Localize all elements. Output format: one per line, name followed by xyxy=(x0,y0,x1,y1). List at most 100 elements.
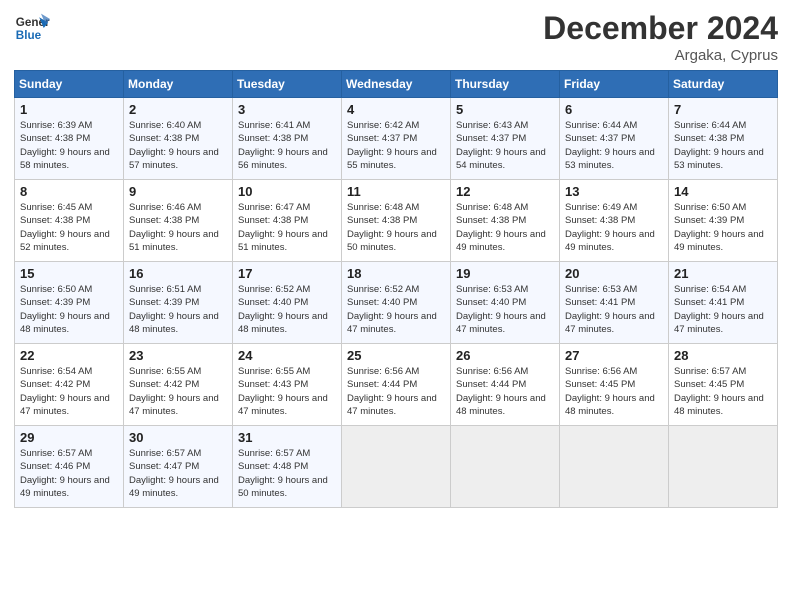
calendar-cell: 13 Sunrise: 6:49 AM Sunset: 4:38 PM Dayl… xyxy=(560,180,669,262)
day-number: 23 xyxy=(129,348,227,363)
cell-info: Sunrise: 6:44 AM Sunset: 4:38 PM Dayligh… xyxy=(674,119,772,172)
day-number: 26 xyxy=(456,348,554,363)
calendar-cell: 1 Sunrise: 6:39 AM Sunset: 4:38 PM Dayli… xyxy=(15,98,124,180)
calendar-cell: 31 Sunrise: 6:57 AM Sunset: 4:48 PM Dayl… xyxy=(233,426,342,508)
cell-info: Sunrise: 6:55 AM Sunset: 4:42 PM Dayligh… xyxy=(129,365,227,418)
cell-info: Sunrise: 6:57 AM Sunset: 4:45 PM Dayligh… xyxy=(674,365,772,418)
calendar-cell: 14 Sunrise: 6:50 AM Sunset: 4:39 PM Dayl… xyxy=(669,180,778,262)
calendar-cell: 6 Sunrise: 6:44 AM Sunset: 4:37 PM Dayli… xyxy=(560,98,669,180)
day-number: 22 xyxy=(20,348,118,363)
calendar-cell: 27 Sunrise: 6:56 AM Sunset: 4:45 PM Dayl… xyxy=(560,344,669,426)
day-number: 9 xyxy=(129,184,227,199)
day-number: 14 xyxy=(674,184,772,199)
calendar-cell: 17 Sunrise: 6:52 AM Sunset: 4:40 PM Dayl… xyxy=(233,262,342,344)
cell-info: Sunrise: 6:56 AM Sunset: 4:44 PM Dayligh… xyxy=(456,365,554,418)
svg-text:Blue: Blue xyxy=(16,29,42,42)
cell-info: Sunrise: 6:40 AM Sunset: 4:38 PM Dayligh… xyxy=(129,119,227,172)
calendar-cell: 24 Sunrise: 6:55 AM Sunset: 4:43 PM Dayl… xyxy=(233,344,342,426)
day-number: 29 xyxy=(20,430,118,445)
cell-info: Sunrise: 6:50 AM Sunset: 4:39 PM Dayligh… xyxy=(674,201,772,254)
cell-info: Sunrise: 6:52 AM Sunset: 4:40 PM Dayligh… xyxy=(347,283,445,336)
col-header-thursday: Thursday xyxy=(451,71,560,98)
calendar-cell: 21 Sunrise: 6:54 AM Sunset: 4:41 PM Dayl… xyxy=(669,262,778,344)
cell-info: Sunrise: 6:57 AM Sunset: 4:47 PM Dayligh… xyxy=(129,447,227,500)
title-block: December 2024 Argaka, Cyprus xyxy=(543,10,778,64)
page-container: General Blue December 2024 Argaka, Cypru… xyxy=(0,0,792,518)
day-number: 15 xyxy=(20,266,118,281)
calendar-cell: 8 Sunrise: 6:45 AM Sunset: 4:38 PM Dayli… xyxy=(15,180,124,262)
day-number: 10 xyxy=(238,184,336,199)
week-row-2: 8 Sunrise: 6:45 AM Sunset: 4:38 PM Dayli… xyxy=(15,180,778,262)
day-number: 24 xyxy=(238,348,336,363)
calendar-cell xyxy=(451,426,560,508)
day-number: 21 xyxy=(674,266,772,281)
day-number: 4 xyxy=(347,102,445,117)
day-number: 5 xyxy=(456,102,554,117)
day-number: 1 xyxy=(20,102,118,117)
calendar-cell xyxy=(560,426,669,508)
cell-info: Sunrise: 6:52 AM Sunset: 4:40 PM Dayligh… xyxy=(238,283,336,336)
calendar-cell: 23 Sunrise: 6:55 AM Sunset: 4:42 PM Dayl… xyxy=(124,344,233,426)
day-number: 6 xyxy=(565,102,663,117)
cell-info: Sunrise: 6:51 AM Sunset: 4:39 PM Dayligh… xyxy=(129,283,227,336)
calendar-cell: 15 Sunrise: 6:50 AM Sunset: 4:39 PM Dayl… xyxy=(15,262,124,344)
cell-info: Sunrise: 6:55 AM Sunset: 4:43 PM Dayligh… xyxy=(238,365,336,418)
col-header-wednesday: Wednesday xyxy=(342,71,451,98)
cell-info: Sunrise: 6:47 AM Sunset: 4:38 PM Dayligh… xyxy=(238,201,336,254)
day-number: 18 xyxy=(347,266,445,281)
calendar-cell: 16 Sunrise: 6:51 AM Sunset: 4:39 PM Dayl… xyxy=(124,262,233,344)
calendar-cell: 10 Sunrise: 6:47 AM Sunset: 4:38 PM Dayl… xyxy=(233,180,342,262)
cell-info: Sunrise: 6:57 AM Sunset: 4:48 PM Dayligh… xyxy=(238,447,336,500)
logo: General Blue xyxy=(14,10,50,46)
calendar-cell xyxy=(669,426,778,508)
calendar-cell: 3 Sunrise: 6:41 AM Sunset: 4:38 PM Dayli… xyxy=(233,98,342,180)
calendar-cell: 9 Sunrise: 6:46 AM Sunset: 4:38 PM Dayli… xyxy=(124,180,233,262)
cell-info: Sunrise: 6:54 AM Sunset: 4:42 PM Dayligh… xyxy=(20,365,118,418)
calendar-cell: 11 Sunrise: 6:48 AM Sunset: 4:38 PM Dayl… xyxy=(342,180,451,262)
week-row-4: 22 Sunrise: 6:54 AM Sunset: 4:42 PM Dayl… xyxy=(15,344,778,426)
cell-info: Sunrise: 6:43 AM Sunset: 4:37 PM Dayligh… xyxy=(456,119,554,172)
calendar-cell: 28 Sunrise: 6:57 AM Sunset: 4:45 PM Dayl… xyxy=(669,344,778,426)
header: General Blue December 2024 Argaka, Cypru… xyxy=(14,10,778,64)
week-row-3: 15 Sunrise: 6:50 AM Sunset: 4:39 PM Dayl… xyxy=(15,262,778,344)
col-header-saturday: Saturday xyxy=(669,71,778,98)
cell-info: Sunrise: 6:56 AM Sunset: 4:45 PM Dayligh… xyxy=(565,365,663,418)
calendar-cell: 18 Sunrise: 6:52 AM Sunset: 4:40 PM Dayl… xyxy=(342,262,451,344)
cell-info: Sunrise: 6:53 AM Sunset: 4:41 PM Dayligh… xyxy=(565,283,663,336)
calendar-cell: 20 Sunrise: 6:53 AM Sunset: 4:41 PM Dayl… xyxy=(560,262,669,344)
calendar-cell: 7 Sunrise: 6:44 AM Sunset: 4:38 PM Dayli… xyxy=(669,98,778,180)
calendar-cell: 25 Sunrise: 6:56 AM Sunset: 4:44 PM Dayl… xyxy=(342,344,451,426)
calendar-cell: 4 Sunrise: 6:42 AM Sunset: 4:37 PM Dayli… xyxy=(342,98,451,180)
cell-info: Sunrise: 6:53 AM Sunset: 4:40 PM Dayligh… xyxy=(456,283,554,336)
cell-info: Sunrise: 6:48 AM Sunset: 4:38 PM Dayligh… xyxy=(347,201,445,254)
cell-info: Sunrise: 6:50 AM Sunset: 4:39 PM Dayligh… xyxy=(20,283,118,336)
cell-info: Sunrise: 6:54 AM Sunset: 4:41 PM Dayligh… xyxy=(674,283,772,336)
day-number: 8 xyxy=(20,184,118,199)
calendar-cell: 19 Sunrise: 6:53 AM Sunset: 4:40 PM Dayl… xyxy=(451,262,560,344)
cell-info: Sunrise: 6:45 AM Sunset: 4:38 PM Dayligh… xyxy=(20,201,118,254)
col-header-monday: Monday xyxy=(124,71,233,98)
calendar-cell: 12 Sunrise: 6:48 AM Sunset: 4:38 PM Dayl… xyxy=(451,180,560,262)
day-number: 2 xyxy=(129,102,227,117)
calendar-cell: 22 Sunrise: 6:54 AM Sunset: 4:42 PM Dayl… xyxy=(15,344,124,426)
cell-info: Sunrise: 6:57 AM Sunset: 4:46 PM Dayligh… xyxy=(20,447,118,500)
day-number: 19 xyxy=(456,266,554,281)
cell-info: Sunrise: 6:56 AM Sunset: 4:44 PM Dayligh… xyxy=(347,365,445,418)
col-header-friday: Friday xyxy=(560,71,669,98)
cell-info: Sunrise: 6:46 AM Sunset: 4:38 PM Dayligh… xyxy=(129,201,227,254)
week-row-1: 1 Sunrise: 6:39 AM Sunset: 4:38 PM Dayli… xyxy=(15,98,778,180)
week-row-5: 29 Sunrise: 6:57 AM Sunset: 4:46 PM Dayl… xyxy=(15,426,778,508)
cell-info: Sunrise: 6:49 AM Sunset: 4:38 PM Dayligh… xyxy=(565,201,663,254)
calendar-cell: 5 Sunrise: 6:43 AM Sunset: 4:37 PM Dayli… xyxy=(451,98,560,180)
day-number: 31 xyxy=(238,430,336,445)
day-number: 13 xyxy=(565,184,663,199)
calendar-cell: 2 Sunrise: 6:40 AM Sunset: 4:38 PM Dayli… xyxy=(124,98,233,180)
cell-info: Sunrise: 6:41 AM Sunset: 4:38 PM Dayligh… xyxy=(238,119,336,172)
cell-info: Sunrise: 6:39 AM Sunset: 4:38 PM Dayligh… xyxy=(20,119,118,172)
cell-info: Sunrise: 6:42 AM Sunset: 4:37 PM Dayligh… xyxy=(347,119,445,172)
day-number: 12 xyxy=(456,184,554,199)
cell-info: Sunrise: 6:48 AM Sunset: 4:38 PM Dayligh… xyxy=(456,201,554,254)
location: Argaka, Cyprus xyxy=(543,47,778,64)
day-number: 27 xyxy=(565,348,663,363)
day-number: 7 xyxy=(674,102,772,117)
